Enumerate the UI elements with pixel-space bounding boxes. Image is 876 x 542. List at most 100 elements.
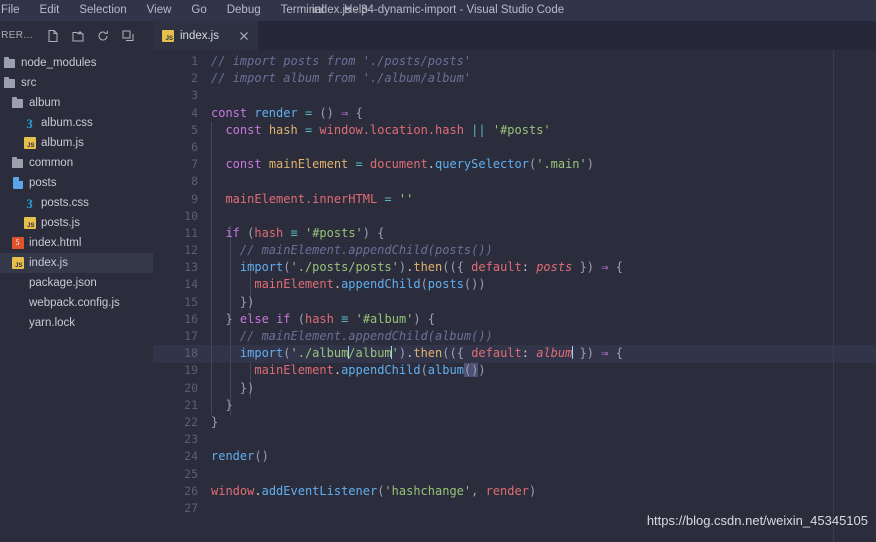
line-text: }) [239,380,255,395]
menu-item-file[interactable]: File [0,0,30,21]
line-number: 17 [184,329,198,343]
tree-item-src[interactable]: src [0,73,153,93]
tree-item-package-json[interactable]: package.json [0,273,153,293]
code-line-21: 21 } [153,397,876,414]
tree-item-label: posts [29,177,57,189]
tree-item-webpack-config-js[interactable]: webpack.config.js [0,293,153,313]
explorer-actions [46,29,135,43]
tree-item-label: node_modules [21,57,97,69]
folder-icon [2,76,17,91]
line-number: 8 [191,174,198,189]
line-number: 4 [191,105,198,120]
tab-label: index.js [180,29,219,42]
menu-item-selection[interactable]: Selection [69,0,136,21]
line-text: const hash = window.location.hash || '#p… [225,122,551,137]
tree-item-yarn-lock[interactable]: yarn.lock [0,313,153,333]
tree-item-label: album.css [41,117,93,129]
code-line-13: 13 import('./posts/posts').then(({ defau… [153,259,876,276]
tree-item-posts-js[interactable]: JS posts.js [0,213,153,233]
line-text: window.addEventListener('hashchange', re… [211,483,537,498]
tree-item-label: webpack.config.js [29,297,120,309]
code-line-9: 9 mainElement.innerHTML = '' [153,191,876,208]
line-text: if (hash ≡ '#posts') { [225,225,385,240]
code-line-18: 18 import('./album/album').then(({ defau… [153,345,876,362]
line-text: const render = () ⇒ { [211,105,363,120]
code-line-15: 15 }) [153,294,876,311]
line-number: 6 [191,139,198,154]
line-number: 23 [184,432,198,447]
line-number: 5 [191,122,198,137]
line-text: // mainElement.appendChild(album()) [239,329,493,343]
code-line-1: 1 // import posts from './posts/posts' [153,53,876,70]
code-line-4: 4 const render = () ⇒ { [153,105,876,122]
code-line-26: 26 window.addEventListener('hashchange',… [153,483,876,500]
line-text: render() [211,449,269,464]
collapse-all-icon[interactable] [121,29,135,43]
line-number: 2 [191,71,198,86]
tree-item-posts-css[interactable]: 3 posts.css [0,193,153,213]
folder-icon [2,56,17,71]
tree-item-album-css[interactable]: 3 album.css [0,113,153,133]
tree-item-label: yarn.lock [29,317,76,329]
js-icon: JS [10,256,25,271]
new-file-icon[interactable] [46,29,60,43]
tree-item-common[interactable]: common [0,153,153,173]
vscode-window: File Edit Selection View Go Debug Termin… [0,0,876,542]
line-number: 14 [184,277,198,292]
line-number: 26 [184,483,198,498]
code-line-14: 14 mainElement.appendChild(posts()) [153,276,876,293]
line-text: mainElement.appendChild(posts()) [254,277,486,292]
menu-bar: File Edit Selection View Go Debug Termin… [0,0,378,21]
line-number: 24 [184,449,198,464]
js-icon: JS [22,136,37,151]
tree-item-album-js[interactable]: JS album.js [0,133,153,153]
tree-item-label: src [21,77,37,89]
tree-item-album-folder[interactable]: album [0,93,153,113]
line-number: 16 [184,311,198,326]
line-number: 10 [184,208,198,223]
line-text: import('./posts/posts').then(({ default:… [239,260,623,275]
code-line-24: 24 render() [153,448,876,465]
menu-item-help[interactable]: Help [334,0,378,21]
css-icon: 3 [26,195,33,211]
menu-item-edit[interactable]: Edit [30,0,70,21]
watermark: https://blog.csdn.net/weixin_45345105 [646,513,868,528]
menu-item-go[interactable]: Go [181,0,216,21]
close-icon[interactable] [238,29,250,41]
line-number: 7 [191,157,198,172]
tree-item-node_modules[interactable]: node_modules [0,53,153,73]
new-folder-icon[interactable] [71,29,85,43]
code-line-10: 10 [153,208,876,225]
line-number: 27 [184,500,198,515]
menu-item-view[interactable]: View [137,0,182,21]
explorer-header: PRER... [0,21,153,50]
document-icon [10,176,25,191]
line-number: 25 [184,466,198,481]
code-editor[interactable]: 1 // import posts from './posts/posts' 2… [153,50,876,542]
tree-item-label: index.html [29,237,82,249]
tab-index-js[interactable]: JS index.js [153,21,258,50]
line-text: // mainElement.appendChild(posts()) [239,243,493,258]
explorer-title: PRER... [0,30,33,41]
line-text: // import posts from './posts/posts' [211,54,472,68]
code-line-16: 16 } else if (hash ≡ '#album') { [153,311,876,328]
tree-item-posts[interactable]: posts [0,173,153,193]
tree-item-index-js[interactable]: JS index.js [0,253,153,273]
tree-item-index-html[interactable]: 5 index.html [0,233,153,253]
line-number: 13 [184,260,198,275]
line-number: 19 [184,363,198,378]
tree-item-label: posts.js [41,217,80,229]
refresh-icon[interactable] [96,29,110,43]
line-text: const mainElement = document.querySelect… [225,157,594,172]
menu-item-terminal[interactable]: Terminal [271,0,334,21]
code-line-2: 2 // import album from './album/album' [153,70,876,87]
explorer-sidebar: PRER... [0,21,153,542]
line-number: 3 [191,88,198,103]
code-line-5: 5 const hash = window.location.hash || '… [153,122,876,139]
menu-item-debug[interactable]: Debug [217,0,271,21]
code-line-3: 3 [153,87,876,104]
line-number: 22 [184,414,198,429]
folder-icon [10,96,25,111]
code-line-7: 7 const mainElement = document.querySele… [153,156,876,173]
tree-item-label: common [29,157,74,169]
